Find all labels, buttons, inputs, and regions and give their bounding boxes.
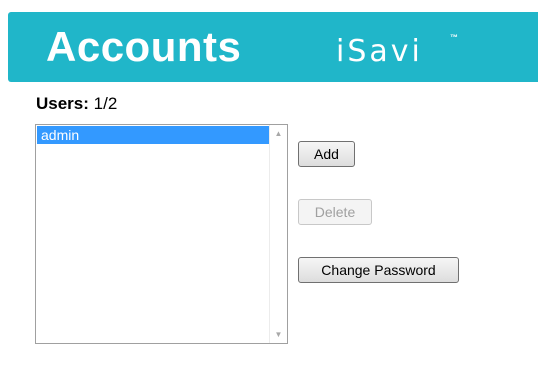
change-password-button[interactable]: Change Password [298,257,459,283]
page-title: Accounts [46,23,242,70]
delete-button[interactable]: Delete [298,199,372,225]
scroll-up-arrow-icon[interactable]: ▲ [270,125,287,142]
users-list: admin [37,126,269,342]
users-label: Users: [36,94,89,113]
accounts-page: Accounts iSavi ™ Users: 1/2 admin ▲ ▼ Ad… [0,0,538,365]
trademark-mark: ™ [450,33,458,42]
users-count: 1/2 [93,94,118,113]
users-count-label: Users: 1/2 [36,94,117,114]
scroll-down-arrow-icon[interactable]: ▼ [270,326,287,343]
users-listbox[interactable]: admin ▲ ▼ [35,124,288,344]
vertical-scrollbar[interactable]: ▲ ▼ [269,125,287,343]
add-button[interactable]: Add [298,141,355,167]
list-item[interactable]: admin [37,126,269,144]
brand-logo: iSavi [336,34,423,69]
header-banner: Accounts iSavi ™ [8,12,538,82]
